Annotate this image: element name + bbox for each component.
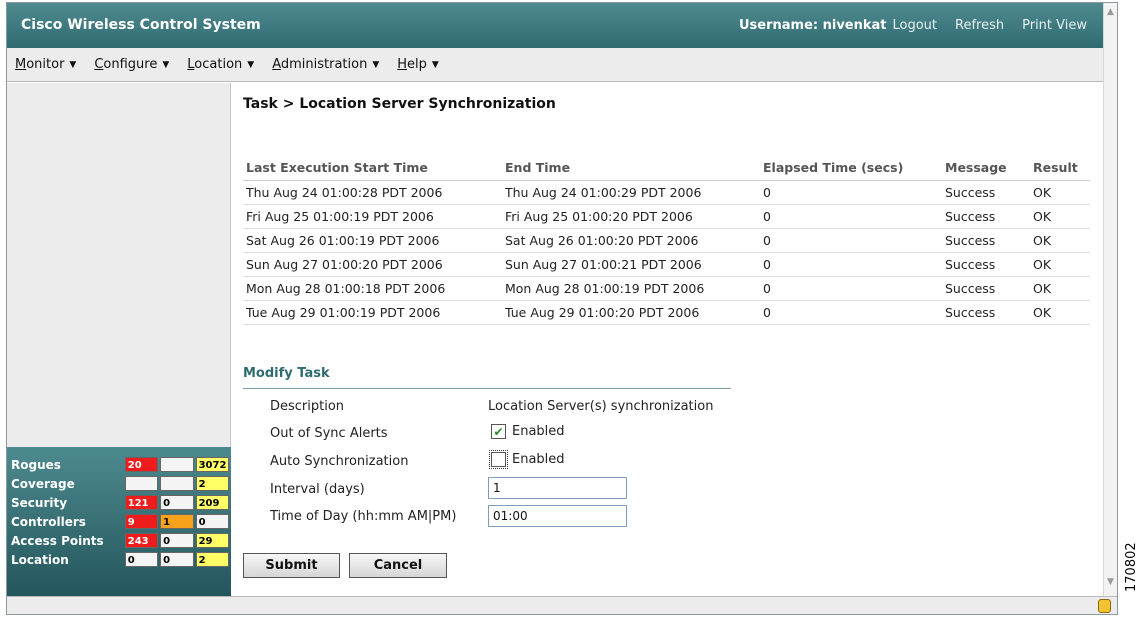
alarm-critical-count[interactable]: 9 [124,514,159,529]
table-row: Sun Aug 27 01:00:20 PDT 2006 Sun Aug 27 0… [243,252,1090,277]
col-message: Message [942,155,1030,181]
alarm-row-coverage[interactable]: Coverage 2 [7,475,231,492]
sidebar: Rogues 20 3072 Coverage 2 Security 121 0… [7,83,231,596]
alarm-minor-count[interactable]: 2 [195,552,230,567]
auto-sync-checkbox-group[interactable]: Enabled [489,450,565,469]
menu-bar: Monitor ▼ Configure ▼ Location ▼ Administra… [7,48,1103,82]
out-of-sync-checkbox[interactable]: ✔ [491,424,506,439]
auto-sync-enabled-text: Enabled [512,452,565,467]
col-result: Result [1030,155,1090,181]
interval-label: Interval (days) [270,482,365,497]
alarm-summary: Rogues 20 3072 Coverage 2 Security 121 0… [7,447,231,596]
print-view-link[interactable]: Print View [1022,18,1087,33]
chevron-down-icon: ▼ [247,59,255,70]
alarm-major-count[interactable]: 1 [160,514,194,529]
modify-task-heading: Modify Task [243,366,330,381]
logout-link[interactable]: Logout [893,18,938,33]
figure-id: 170802 [1124,542,1139,592]
alarm-row-rogues[interactable]: Rogues 20 3072 [7,456,231,473]
browser-window: Cisco Wireless Control System Username: … [6,2,1118,615]
alarm-minor-count[interactable]: 2 [195,476,230,491]
scroll-up-icon[interactable]: ▲ [1107,7,1114,17]
alarm-critical-count[interactable]: 121 [124,495,159,510]
interval-input[interactable] [488,477,627,499]
cancel-button[interactable]: Cancel [349,553,447,578]
out-of-sync-checkbox-group[interactable]: ✔ Enabled [491,424,565,439]
alarm-row-security[interactable]: Security 121 0 209 [7,494,231,511]
page-title: Task > Location Server Synchronization [243,96,556,112]
alarm-row-location[interactable]: Location 0 0 2 [7,551,231,568]
time-of-day-input[interactable] [488,505,627,527]
chevron-down-icon: ▼ [69,59,77,70]
chevron-down-icon: ▼ [372,59,380,70]
alarm-minor-count[interactable]: 29 [195,533,230,548]
execution-history-table: Last Execution Start Time End Time Elaps… [243,155,1090,325]
menu-monitor[interactable]: Monitor ▼ [15,57,76,72]
section-divider [243,388,731,389]
alarm-row-access-points[interactable]: Access Points 243 0 29 [7,532,231,549]
alarm-major-count[interactable]: 0 [160,552,194,567]
menu-location[interactable]: Location ▼ [187,57,254,72]
table-row: Fri Aug 25 01:00:19 PDT 2006 Fri Aug 25 0… [243,204,1090,229]
col-elapsed-time: Elapsed Time (secs) [760,155,942,181]
table-header-row: Last Execution Start Time End Time Elaps… [243,155,1090,181]
alarm-critical-count[interactable]: 0 [124,552,159,567]
col-start-time: Last Execution Start Time [243,155,502,181]
table-row: Sat Aug 26 01:00:19 PDT 2006 Sat Aug 26 0… [243,228,1090,253]
alarm-major-count[interactable]: 0 [160,533,194,548]
chevron-down-icon: ▼ [431,59,439,70]
alarm-major-count[interactable]: 0 [160,495,194,510]
alarm-row-controllers[interactable]: Controllers 9 1 0 [7,513,231,530]
menu-administration[interactable]: Administration ▼ [272,57,379,72]
submit-button[interactable]: Submit [243,553,340,578]
scroll-down-icon[interactable]: ▼ [1107,577,1114,587]
app-title: Cisco Wireless Control System [21,17,261,33]
description-label: Description [270,399,345,414]
auto-sync-label: Auto Synchronization [270,454,409,469]
alarm-critical-count[interactable]: 243 [124,533,159,548]
alarm-minor-count[interactable]: 0 [195,514,230,529]
menu-configure[interactable]: Configure ▼ [94,57,169,72]
username-label: Username: nivenkat [738,18,887,33]
table-row: Mon Aug 28 01:00:18 PDT 2006 Mon Aug 28 0… [243,276,1090,301]
alarm-minor-count[interactable]: 3072 [195,457,230,472]
alarm-major-count[interactable] [160,457,194,472]
description-value: Location Server(s) synchronization [488,399,714,414]
alarm-minor-count[interactable]: 209 [195,495,230,510]
alarm-critical-count[interactable]: 20 [124,457,159,472]
time-of-day-label: Time of Day (hh:mm AM|PM) [270,509,457,524]
table-row: Tue Aug 29 01:00:19 PDT 2006 Tue Aug 29 0… [243,300,1090,325]
main-content: Task > Location Server Synchronization L… [232,83,1103,596]
vertical-scrollbar[interactable]: ▲ ▼ [1103,3,1117,596]
menu-help[interactable]: Help ▼ [397,57,439,72]
title-bar: Cisco Wireless Control System Username: … [7,3,1103,48]
header-links: Username: nivenkat Logout Refresh Print … [739,18,1087,33]
chevron-down-icon: ▼ [162,59,170,70]
col-end-time: End Time [502,155,760,181]
alarm-major-count[interactable] [160,476,194,491]
out-of-sync-enabled-text: Enabled [512,424,565,439]
table-row: Thu Aug 24 01:00:28 PDT 2006 Thu Aug 24 0… [243,180,1090,205]
out-of-sync-label: Out of Sync Alerts [270,426,388,441]
alarm-critical-count[interactable] [124,476,159,491]
user-area: Username: nivenkat Logout [739,18,937,33]
refresh-link[interactable]: Refresh [955,18,1004,33]
check-icon: ✔ [493,424,504,439]
lock-icon [1098,599,1111,613]
auto-sync-checkbox[interactable] [489,450,508,469]
status-bar [7,596,1117,614]
